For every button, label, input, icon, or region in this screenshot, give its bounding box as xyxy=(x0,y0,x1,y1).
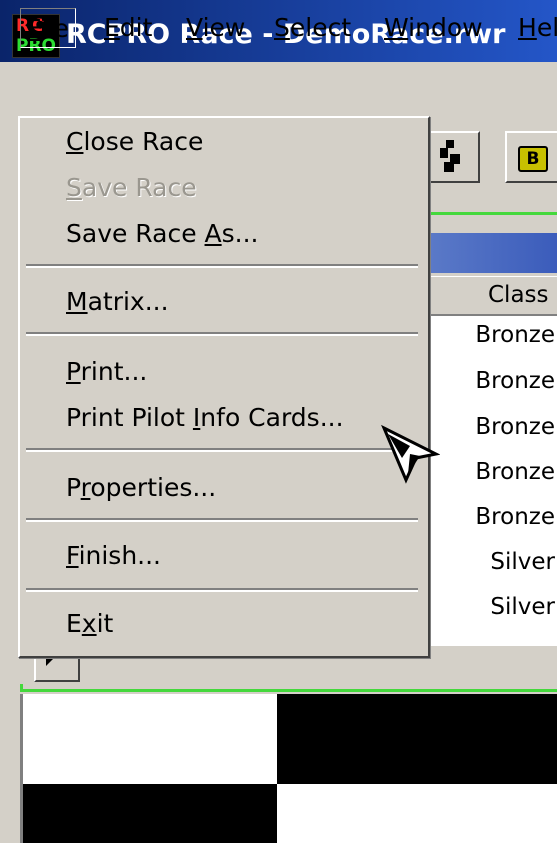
menu-item-save-race-as[interactable]: Save Race As... xyxy=(66,216,259,252)
class-cell[interactable]: Bronze xyxy=(420,457,555,487)
class-cell[interactable]: Bronze xyxy=(420,320,555,350)
class-cell[interactable]: Bronze xyxy=(420,502,555,532)
menu-file-label: ile xyxy=(39,14,69,43)
matrix-key: M xyxy=(66,287,88,316)
menu-item-matrix[interactable]: Matrix... xyxy=(66,284,169,320)
menu-separator xyxy=(26,518,418,522)
menu-edit-label: dit xyxy=(119,13,153,42)
save-race-as-pre: Save Race xyxy=(66,219,205,248)
close-race-label: lose Race xyxy=(83,127,204,156)
menu-window-label: indow xyxy=(408,13,483,42)
menu-select-label: elect xyxy=(289,13,352,42)
save-race-key: S xyxy=(66,173,82,202)
race-window-title-bar[interactable] xyxy=(427,233,557,273)
menu-separator xyxy=(26,448,418,452)
checkered-pane xyxy=(20,694,557,843)
properties-pre: P xyxy=(66,473,81,502)
exit-key: x xyxy=(81,609,97,638)
save-race-label: ave Race xyxy=(81,173,197,202)
finish-label: inish... xyxy=(78,541,162,570)
menu-separator xyxy=(26,264,418,268)
close-race-key: C xyxy=(66,127,84,156)
print-label: rint... xyxy=(80,357,148,386)
class-cell[interactable]: Bronze xyxy=(420,412,555,442)
print-pilot-label: nfo Cards... xyxy=(200,403,344,432)
menu-help-key: H xyxy=(518,13,537,42)
checker-square xyxy=(277,694,557,784)
finish-key: F xyxy=(66,541,79,570)
menu-item-save-race: Save Race xyxy=(66,170,197,206)
mouse-cursor-icon xyxy=(381,424,440,484)
print-key: P xyxy=(66,357,81,386)
class-cell[interactable]: Silver xyxy=(420,592,555,622)
menu-item-print[interactable]: Print... xyxy=(66,354,147,390)
menu-item-exit[interactable]: Exit xyxy=(66,606,113,642)
menu-edit-key: E xyxy=(104,13,120,42)
b-icon: B xyxy=(518,146,548,172)
menu-file[interactable]: File xyxy=(20,8,76,48)
menu-view-key: V xyxy=(186,13,203,42)
class-cell[interactable]: Silver xyxy=(420,547,555,577)
exit-label: it xyxy=(96,609,114,638)
menu-window-key: W xyxy=(384,13,409,42)
menu-help[interactable]: Hel xyxy=(512,8,557,48)
menu-file-key: F xyxy=(27,14,40,43)
menu-edit[interactable]: Edit xyxy=(98,8,158,48)
class-column-header[interactable]: Class xyxy=(488,280,549,310)
checker-square xyxy=(23,784,277,843)
menu-help-label: el xyxy=(536,13,557,42)
menu-select-key: S xyxy=(274,13,290,42)
menu-item-close-race[interactable]: Close Race xyxy=(66,124,203,160)
menu-select[interactable]: Select xyxy=(268,8,357,48)
checkered-flag-icon xyxy=(440,140,460,174)
menu-item-properties[interactable]: Properties... xyxy=(66,470,216,506)
matrix-label: atrix... xyxy=(87,287,169,316)
menu-view-label: iew xyxy=(202,13,246,42)
menu-item-finish[interactable]: Finish... xyxy=(66,538,161,574)
menu-separator xyxy=(26,588,418,592)
properties-label: operties... xyxy=(90,473,217,502)
menu-separator xyxy=(26,332,418,336)
menu-item-print-pilot-info-cards[interactable]: Print Pilot Info Cards... xyxy=(66,400,344,436)
menu-bar xyxy=(0,62,557,116)
save-race-as-key: A xyxy=(204,219,222,248)
print-pilot-pre: Print Pilot xyxy=(66,403,193,432)
class-cell[interactable]: Bronze xyxy=(420,366,555,396)
save-race-as-label: s... xyxy=(221,219,259,248)
menu-view[interactable]: View xyxy=(180,8,251,48)
properties-key: r xyxy=(80,473,91,502)
menu-window[interactable]: Window xyxy=(378,8,489,48)
exit-pre: E xyxy=(66,609,82,638)
